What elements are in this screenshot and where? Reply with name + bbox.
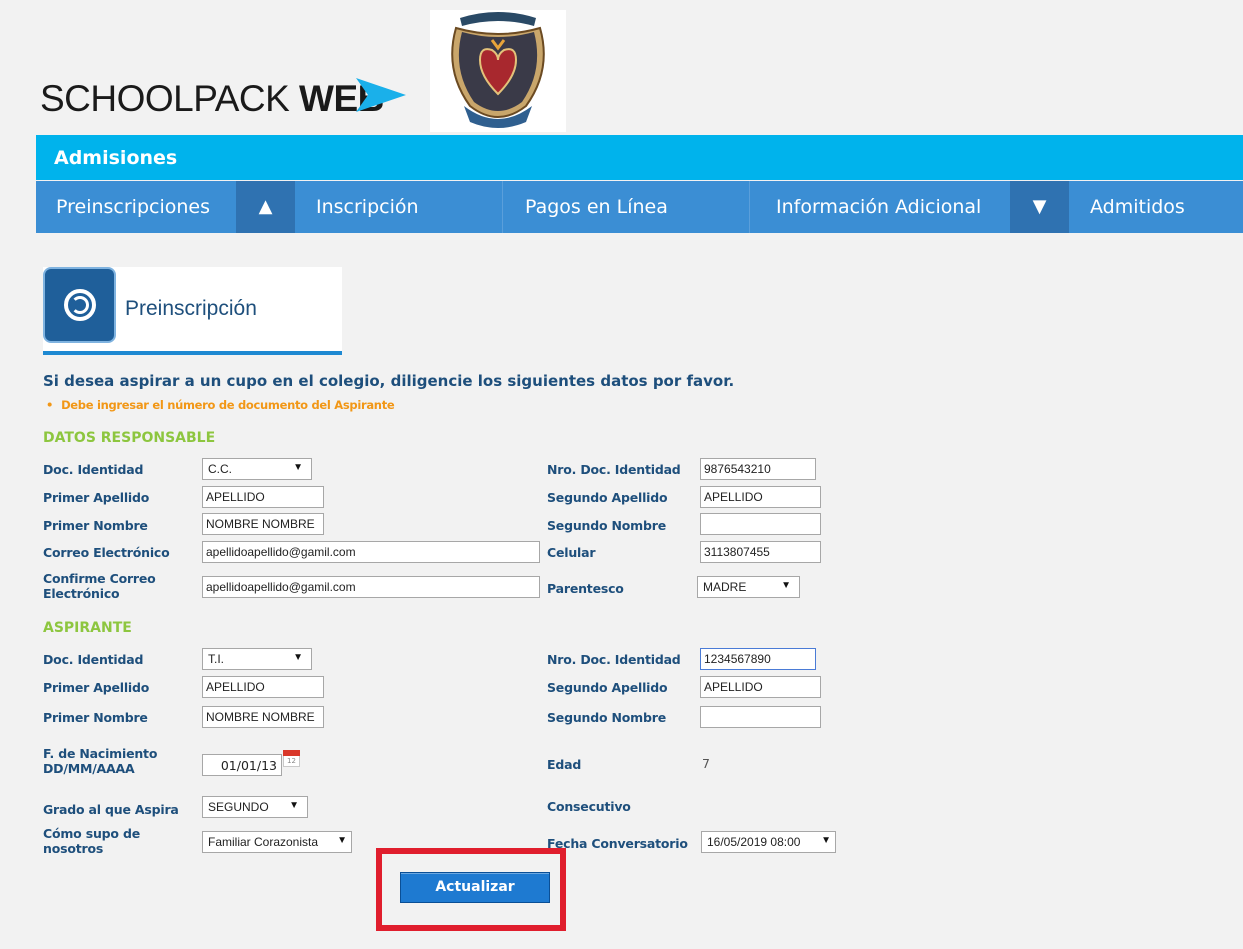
label-segundo-apellido: Segundo Apellido: [547, 680, 668, 695]
responsable-parentesco-select[interactable]: MADRE ▼: [697, 576, 800, 598]
calendar-icon[interactable]: 12: [283, 750, 300, 767]
aspirante-como-supo-select[interactable]: Familiar Corazonista ▼: [202, 831, 352, 853]
warning-bullet-icon: •: [46, 398, 54, 412]
schoolpack-logo-text: SCHOOLPACK WEB: [40, 78, 384, 120]
aspirante-grado-select[interactable]: SEGUNDO ▼: [202, 796, 308, 818]
preinscripcion-icon: [43, 267, 116, 343]
aspirante-segundo-nombre-input[interactable]: [700, 706, 821, 728]
chevron-down-icon: ▼: [821, 835, 831, 846]
chevron-down-icon: ▼: [289, 800, 299, 811]
label-celular: Celular: [547, 545, 596, 560]
actualizar-button[interactable]: Actualizar: [400, 872, 550, 903]
label-segundo-apellido: Segundo Apellido: [547, 490, 668, 505]
main-nav: Preinscripciones ▲ Inscripción Pagos en …: [36, 181, 1243, 233]
label-primer-apellido: Primer Apellido: [43, 490, 150, 505]
label-consecutivo: Consecutivo: [547, 799, 631, 814]
nav-item-inscripcion[interactable]: Inscripción: [316, 181, 419, 233]
label-grado: Grado al que Aspira: [43, 802, 179, 817]
chevron-down-icon: ▼: [293, 652, 303, 663]
label-correo: Correo Electrónico: [43, 545, 170, 560]
responsable-nro-doc-input[interactable]: 9876543210: [700, 458, 816, 480]
label-segundo-nombre: Segundo Nombre: [547, 710, 666, 725]
label-primer-apellido: Primer Apellido: [43, 680, 150, 695]
responsable-celular-input[interactable]: 3113807455: [700, 541, 821, 563]
select-value: C.C.: [208, 462, 232, 476]
responsable-correo-input[interactable]: apellidoapellido@gamil.com: [202, 541, 540, 563]
label-doc-identidad: Doc. Identidad: [43, 462, 144, 477]
label-fecha-nacimiento: F. de Nacimiento DD/MM/AAAA: [43, 746, 157, 776]
section-title-aspirante: ASPIRANTE: [43, 620, 132, 636]
label-doc-identidad: Doc. Identidad: [43, 652, 144, 667]
select-value: MADRE: [703, 580, 747, 594]
aspirante-nro-doc-input[interactable]: 1234567890: [700, 648, 816, 670]
chevron-down-icon: ▼: [781, 580, 791, 591]
logo-text-light: SCHOOLPACK: [40, 78, 300, 119]
nav-expand-down-icon[interactable]: ▼: [1010, 181, 1069, 233]
label-segundo-nombre: Segundo Nombre: [547, 518, 666, 533]
responsable-segundo-nombre-input[interactable]: [700, 513, 821, 535]
label-line: DD/MM/AAAA: [43, 761, 135, 776]
select-value: T.I.: [208, 652, 225, 666]
page-title-card: Preinscripción: [43, 267, 342, 355]
nav-item-pagos-en-linea[interactable]: Pagos en Línea: [525, 181, 668, 233]
select-value: SEGUNDO: [208, 800, 269, 814]
label-parentesco: Parentesco: [547, 581, 624, 596]
nav-item-preinscripciones[interactable]: Preinscripciones: [56, 181, 210, 233]
label-primer-nombre: Primer Nombre: [43, 710, 148, 725]
nav-item-admitidos[interactable]: Admitidos: [1090, 181, 1185, 233]
nav-divider: [502, 181, 503, 233]
logo-arrow-icon: [356, 78, 406, 112]
label-line: F. de Nacimiento: [43, 746, 158, 761]
nav-collapse-up-icon[interactable]: ▲: [236, 181, 295, 233]
chevron-down-icon: ▼: [337, 835, 347, 846]
responsable-primer-apellido-input[interactable]: APELLIDO: [202, 486, 324, 508]
aspirante-edad-value: 7: [702, 756, 710, 771]
aspirante-primer-apellido-input[interactable]: APELLIDO: [202, 676, 324, 698]
header: SCHOOLPACK WEB: [0, 0, 1243, 135]
label-primer-nombre: Primer Nombre: [43, 518, 148, 533]
label-line: Electrónico: [43, 586, 120, 601]
validation-warning: • Debe ingresar el número de documento de…: [46, 398, 395, 412]
label-line: Cómo supo de: [43, 826, 140, 841]
select-value: Familiar Corazonista: [208, 835, 319, 849]
aspirante-segundo-apellido-input[interactable]: APELLIDO: [700, 676, 821, 698]
label-line: Confirme Correo: [43, 571, 156, 586]
label-fecha-conversatorio: Fecha Conversatorio: [547, 836, 688, 851]
section-title-responsable: DATOS RESPONSABLE: [43, 430, 216, 446]
school-crest-logo: [430, 10, 566, 132]
responsable-doc-type-select[interactable]: C.C. ▼: [202, 458, 312, 480]
module-title: Admisiones: [54, 147, 178, 169]
responsable-primer-nombre-input[interactable]: NOMBRE NOMBRE: [202, 513, 324, 535]
select-value: 16/05/2019 08:00: [707, 835, 801, 849]
responsable-segundo-apellido-input[interactable]: APELLIDO: [700, 486, 821, 508]
chevron-down-icon: ▼: [293, 462, 303, 473]
intro-text: Si desea aspirar a un cupo en el colegio…: [43, 372, 735, 390]
page-title: Preinscripción: [125, 297, 257, 320]
responsable-confirme-correo-input[interactable]: apellidoapellido@gamil.com: [202, 576, 540, 598]
module-bar: Admisiones: [36, 135, 1243, 180]
aspirante-primer-nombre-input[interactable]: NOMBRE NOMBRE: [202, 706, 324, 728]
label-nro-doc: Nro. Doc. Identidad: [547, 652, 681, 667]
nav-item-informacion-adicional[interactable]: Información Adicional: [776, 181, 981, 233]
label-edad: Edad: [547, 757, 582, 772]
label-line: nosotros: [43, 841, 104, 856]
nav-divider: [749, 181, 750, 233]
label-nro-doc: Nro. Doc. Identidad: [547, 462, 681, 477]
label-confirme-correo: Confirme Correo Electrónico: [43, 571, 156, 601]
aspirante-doc-type-select[interactable]: T.I. ▼: [202, 648, 312, 670]
warning-text: Debe ingresar el número de documento del…: [61, 398, 395, 412]
label-como-supo: Cómo supo de nosotros: [43, 826, 140, 856]
aspirante-fecha-conversatorio-select[interactable]: 16/05/2019 08:00 ▼: [701, 831, 836, 853]
aspirante-fecha-nacimiento-input[interactable]: 01/01/13: [202, 754, 282, 776]
